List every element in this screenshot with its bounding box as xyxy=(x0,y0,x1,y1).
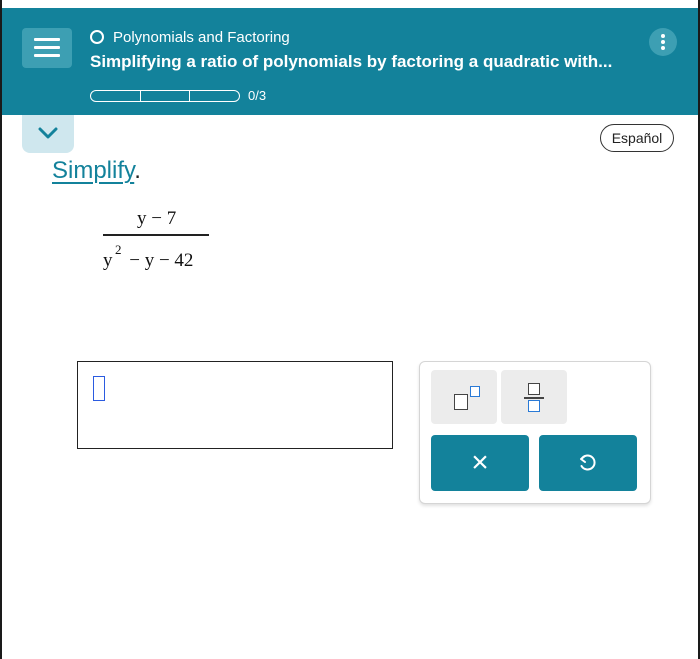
lesson-title: Simplifying a ratio of polynomials by fa… xyxy=(90,52,613,71)
collapse-header-button[interactable] xyxy=(22,115,74,153)
fraction-button[interactable] xyxy=(501,370,567,424)
undo-icon xyxy=(580,454,596,471)
exponent-button[interactable] xyxy=(431,370,497,424)
topic-label: Polynomials and Factoring xyxy=(113,28,290,46)
hamburger-menu-icon[interactable] xyxy=(22,28,72,68)
instruction-text: Simplify. xyxy=(52,157,141,185)
lesson-header: Polynomials and Factoring Simplifying a … xyxy=(2,8,698,115)
denominator-rest: − y − 42 xyxy=(124,250,194,271)
fraction-bar xyxy=(103,234,209,236)
clear-button[interactable]: × xyxy=(431,435,529,491)
math-toolbox: × xyxy=(419,361,651,504)
progress-indicator: 0/3 xyxy=(90,88,266,103)
fraction-numerator: y − 7 xyxy=(137,208,177,229)
instruction-link[interactable]: Simplify xyxy=(52,157,134,184)
superscript-box-icon xyxy=(470,386,480,397)
fraction-box-icon xyxy=(528,400,540,412)
topic-circle-icon xyxy=(90,30,104,44)
superscript-template-icon xyxy=(454,394,468,410)
more-options-icon[interactable] xyxy=(649,28,677,56)
progress-bar xyxy=(90,89,240,102)
topic-row: Polynomials and Factoring xyxy=(90,27,290,47)
instruction-period: . xyxy=(134,157,141,184)
input-placeholder-cursor xyxy=(93,376,105,401)
undo-button[interactable] xyxy=(539,435,637,491)
fraction-denominator: y2 − y − 42 xyxy=(103,242,194,272)
fraction-bar-icon xyxy=(524,397,544,399)
denominator-exponent: 2 xyxy=(115,242,122,257)
answer-input[interactable] xyxy=(77,361,393,449)
progress-segment xyxy=(190,91,239,101)
progress-segment xyxy=(141,90,191,101)
progress-count: 0/3 xyxy=(248,88,267,103)
chevron-down-icon xyxy=(38,127,58,139)
fraction-template-icon xyxy=(528,383,540,395)
denominator-base: y xyxy=(103,250,113,271)
language-toggle-button[interactable]: Español xyxy=(600,124,674,152)
progress-segment xyxy=(91,90,141,101)
top-frame xyxy=(0,0,700,8)
